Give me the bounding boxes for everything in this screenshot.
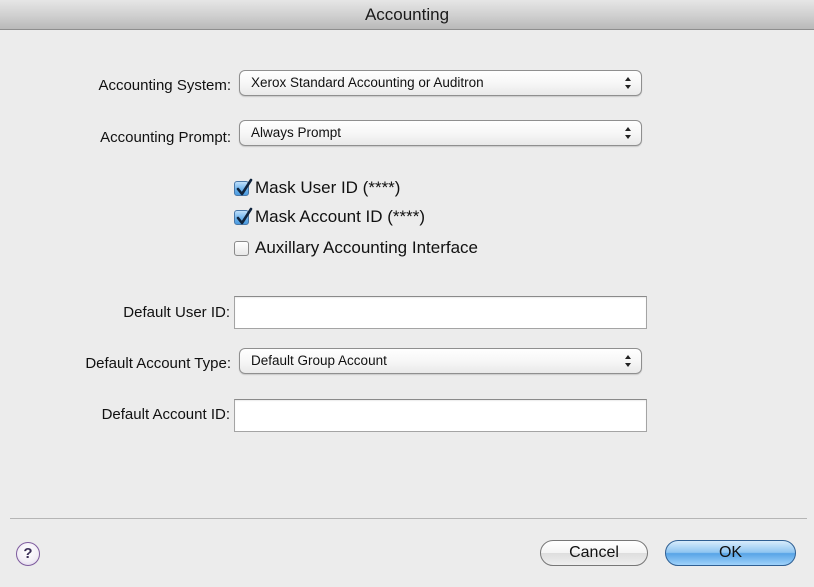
default-account-id-label: Default Account ID: <box>101 406 230 423</box>
accounting-prompt-popup[interactable]: Always Prompt <box>239 120 642 146</box>
popup-arrows-icon <box>625 127 631 139</box>
popup-arrows-icon <box>625 355 631 367</box>
popup-arrows-icon <box>625 77 631 89</box>
default-user-id-field[interactable] <box>234 296 647 329</box>
help-button[interactable]: ? <box>16 542 40 566</box>
default-user-id-label: Default User ID: <box>123 304 230 321</box>
default-account-id-field[interactable] <box>234 399 647 432</box>
checkmark-icon <box>236 207 253 225</box>
checkmark-icon <box>236 178 253 196</box>
mask-account-id-checkbox[interactable] <box>234 207 253 225</box>
mask-account-id-label: Mask Account ID (****) <box>255 207 426 226</box>
default-account-type-label: Default Account Type: <box>85 355 231 372</box>
mask-account-id-option[interactable]: Mask Account ID (****) <box>234 207 554 229</box>
mask-user-id-label: Mask User ID (****) <box>255 178 401 197</box>
accounting-prompt-value: Always Prompt <box>251 125 342 140</box>
ok-button[interactable]: OK <box>665 540 796 566</box>
accounting-system-popup[interactable]: Xerox Standard Accounting or Auditron <box>239 70 642 96</box>
default-account-type-popup[interactable]: Default Group Account <box>239 348 642 374</box>
auxiliary-interface-checkbox[interactable] <box>234 241 249 256</box>
mask-user-id-checkbox[interactable] <box>234 178 253 196</box>
footer-separator <box>10 518 807 519</box>
accounting-prompt-label: Accounting Prompt: <box>100 129 231 146</box>
accounting-system-value: Xerox Standard Accounting or Auditron <box>251 75 484 90</box>
accounting-system-label: Accounting System: <box>98 77 231 94</box>
mask-user-id-option[interactable]: Mask User ID (****) <box>234 178 554 200</box>
title-bar: Accounting <box>0 0 814 30</box>
cancel-button[interactable]: Cancel <box>540 540 648 566</box>
window-title: Accounting <box>364 5 450 24</box>
auxiliary-interface-label: Auxillary Accounting Interface <box>255 238 479 257</box>
help-icon: ? <box>23 545 33 562</box>
auxiliary-interface-option[interactable]: Auxillary Accounting Interface <box>234 238 574 260</box>
default-account-type-value: Default Group Account <box>251 353 387 368</box>
